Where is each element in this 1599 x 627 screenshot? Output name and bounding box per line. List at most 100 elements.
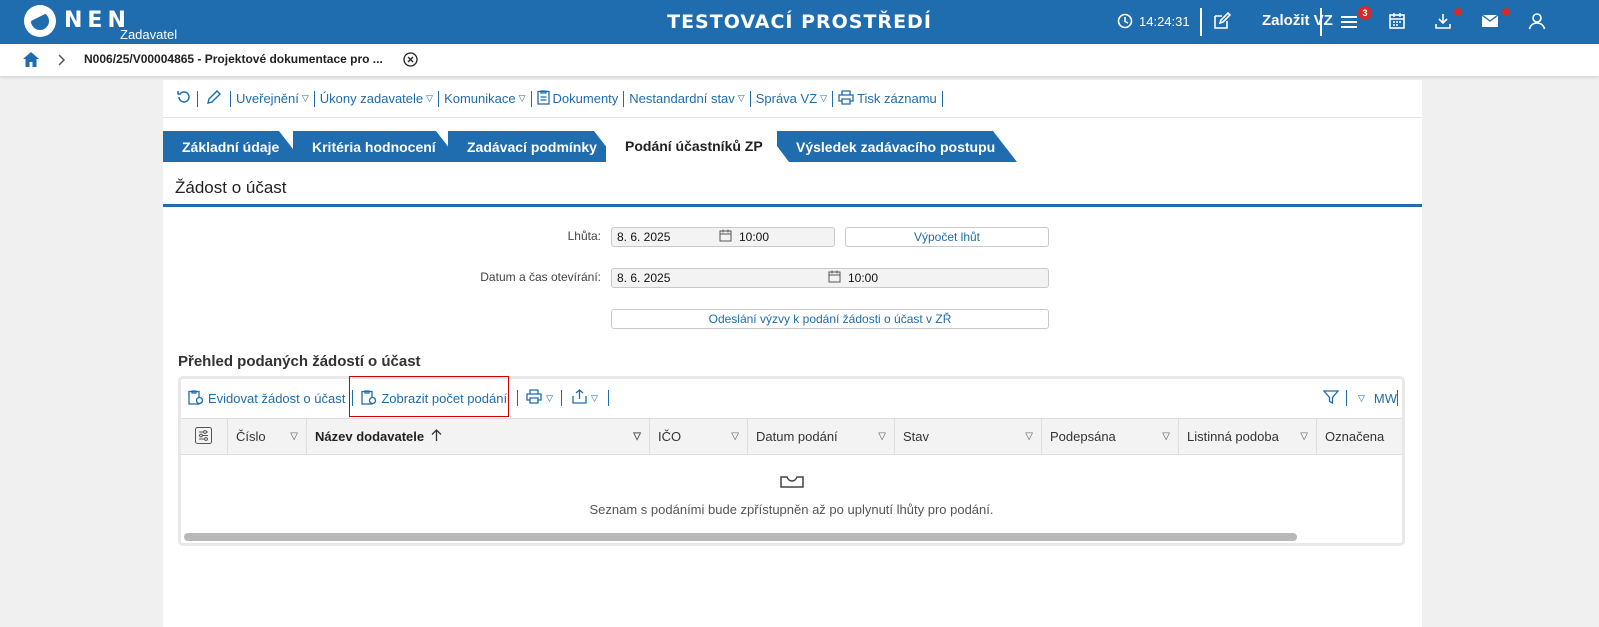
menu-ukony-zadavatele[interactable]: Úkony zadavatele ▽ (315, 90, 440, 107)
mw-view-button[interactable]: ▽ MW (1347, 390, 1398, 406)
otevirani-field[interactable]: 8. 6. 2025 10:00 (611, 268, 1049, 288)
column-nazev-dodavatele[interactable]: Název dodavatele ▽ (307, 419, 650, 454)
menu-sprava-vz[interactable]: Správa VZ ▽ (751, 90, 834, 107)
close-icon[interactable] (403, 52, 418, 67)
mail-icon[interactable] (1481, 13, 1499, 29)
refresh-button[interactable] (171, 89, 198, 108)
column-podepsana[interactable]: Podepsána ▽ (1042, 419, 1179, 454)
mail-dot (1502, 8, 1510, 16)
calendar-icon[interactable] (828, 270, 841, 286)
menu-label: Tisk záznamu (857, 91, 937, 106)
dropdown-icon[interactable]: ▽ (633, 431, 641, 442)
settings-icon (195, 426, 212, 447)
download-dot (1454, 8, 1462, 16)
dropdown-icon: ▽ (590, 392, 598, 403)
user-icon[interactable] (1528, 12, 1546, 30)
menu-label: Úkony zadavatele (319, 91, 424, 106)
dropdown-icon[interactable]: ▽ (731, 431, 739, 442)
header-divider (1200, 8, 1202, 36)
lhuta-time: 10:00 (739, 230, 770, 244)
lhuta-field[interactable]: 8. 6. 2025 10:00 (611, 227, 835, 247)
column-listinna-podoba[interactable]: Listinná podoba ▽ (1179, 419, 1317, 454)
dropdown-icon[interactable]: ▽ (1300, 431, 1308, 442)
menu-icon[interactable] (1340, 13, 1358, 31)
tab-bar: Základní údaje Kritéria hodnocení Zadáva… (163, 130, 1422, 162)
evidovat-label: Evidovat žádost o účast (208, 390, 346, 406)
tab-kriteria-hodnoceni[interactable]: Kritéria hodnocení (293, 131, 460, 162)
header-divider (1320, 8, 1322, 36)
dropdown-icon: ▽ (1357, 392, 1365, 403)
menu-label: Uveřejnění (236, 91, 299, 106)
export-icon (572, 389, 587, 407)
menu-nestandardni-stav[interactable]: Nestandardní stav ▽ (624, 90, 751, 107)
tab-zakladni-udaje[interactable]: Základní údaje (163, 131, 303, 162)
calendar-icon[interactable] (1388, 12, 1406, 30)
odeslani-vyzvy-button[interactable]: Odeslání výzvy k podání žádosti o účast … (611, 309, 1049, 329)
refresh-icon (176, 89, 192, 108)
dropdown-icon: ▽ (820, 93, 828, 103)
column-label: Datum podání (756, 429, 838, 444)
highlight-box (349, 376, 509, 417)
dropdown-icon[interactable]: ▽ (1162, 431, 1170, 442)
app-header: NEN Zadavatel TESTOVACÍ PROSTŘEDÍ 14:24:… (0, 0, 1599, 44)
menu-uverejneni[interactable]: Uveřejnění ▽ (231, 90, 315, 107)
menu-komunikace[interactable]: Komunikace ▽ (439, 90, 532, 107)
otevirani-label: Datum a čas otevírání: (480, 270, 601, 284)
session-time: 14:24:31 (1139, 14, 1190, 29)
edit-icon[interactable] (1213, 12, 1231, 30)
evidovat-button[interactable]: Evidovat žádost o účast (181, 389, 354, 408)
section-title: Žádost o účast (175, 178, 287, 197)
dropdown-icon[interactable]: ▽ (290, 431, 298, 442)
vypocet-lhut-button[interactable]: Výpočet lhůt (845, 227, 1049, 247)
print-icon (838, 89, 854, 108)
menu-tisk-zaznamu[interactable]: Tisk záznamu (833, 89, 943, 108)
dropdown-icon: ▽ (426, 93, 434, 103)
breadcrumb: N006/25/V00004865 - Projektové dokumenta… (0, 44, 1599, 76)
breadcrumb-current[interactable]: N006/25/V00004865 - Projektové dokumenta… (84, 52, 383, 66)
menu-label: Správa VZ (755, 91, 818, 106)
otevirani-time: 10:00 (848, 271, 879, 285)
column-label: Označena (1325, 429, 1385, 444)
menu-dokumenty[interactable]: Dokumenty (532, 90, 625, 107)
grid-header: Číslo ▽ Název dodavatele ▽ IČO ▽ Datum podá… (181, 418, 1402, 455)
otevirani-date: 8. 6. 2025 (617, 271, 671, 285)
chevron-right-icon (58, 54, 66, 66)
horizontal-scrollbar[interactable] (184, 533, 1297, 541)
grid-filter-button[interactable] (1316, 389, 1347, 406)
tab-vysledek[interactable]: Výsledek zadávacího postupu (777, 131, 1017, 162)
clipboard-gear-icon (188, 389, 204, 408)
tab-podani-ucastniku[interactable]: Podání účastníků ZP (606, 130, 789, 162)
column-oznacena[interactable]: Označena (1317, 419, 1402, 454)
menu-label: Nestandardní stav (629, 91, 735, 106)
lhuta-label: Lhůta: (567, 229, 601, 243)
mw-label: MW (1373, 390, 1397, 406)
calendar-icon[interactable] (719, 229, 732, 245)
dropdown-icon[interactable]: ▽ (1025, 431, 1033, 442)
column-label: Stav (903, 429, 930, 444)
notification-badge: 3 (1358, 6, 1372, 20)
home-icon[interactable] (22, 51, 40, 68)
create-vz-button[interactable]: Založit VZ (1262, 12, 1333, 29)
menu-label: Dokumenty (552, 91, 619, 106)
download-icon[interactable] (1434, 12, 1452, 30)
column-stav[interactable]: Stav ▽ (895, 419, 1042, 454)
dropdown-icon: ▽ (518, 93, 526, 103)
dropdown-icon: ▽ (546, 392, 553, 403)
column-cislo[interactable]: Číslo ▽ (228, 419, 307, 454)
sort-ascending-icon (431, 428, 442, 445)
overview-title: Přehled podaných žádostí o účast (178, 353, 421, 370)
dropdown-icon[interactable]: ▽ (878, 431, 886, 442)
dropdown-icon: ▽ (301, 93, 309, 103)
grid-print-button[interactable]: ▽ (517, 389, 562, 406)
column-settings-button[interactable] (181, 419, 228, 454)
dropdown-icon: ▽ (737, 93, 745, 103)
tab-zadavaci-podminky[interactable]: Zadávací podmínky (448, 131, 618, 162)
column-label: Listinná podoba (1187, 429, 1279, 444)
column-datum-podani[interactable]: Datum podání ▽ (748, 419, 895, 454)
column-ico[interactable]: IČO ▽ (650, 419, 748, 454)
column-label: Podepsána (1050, 429, 1116, 444)
lhuta-date: 8. 6. 2025 (617, 230, 671, 244)
empty-tray-icon (779, 475, 805, 489)
edit-button[interactable] (198, 90, 231, 107)
grid-export-button[interactable]: ▽ (562, 389, 609, 407)
